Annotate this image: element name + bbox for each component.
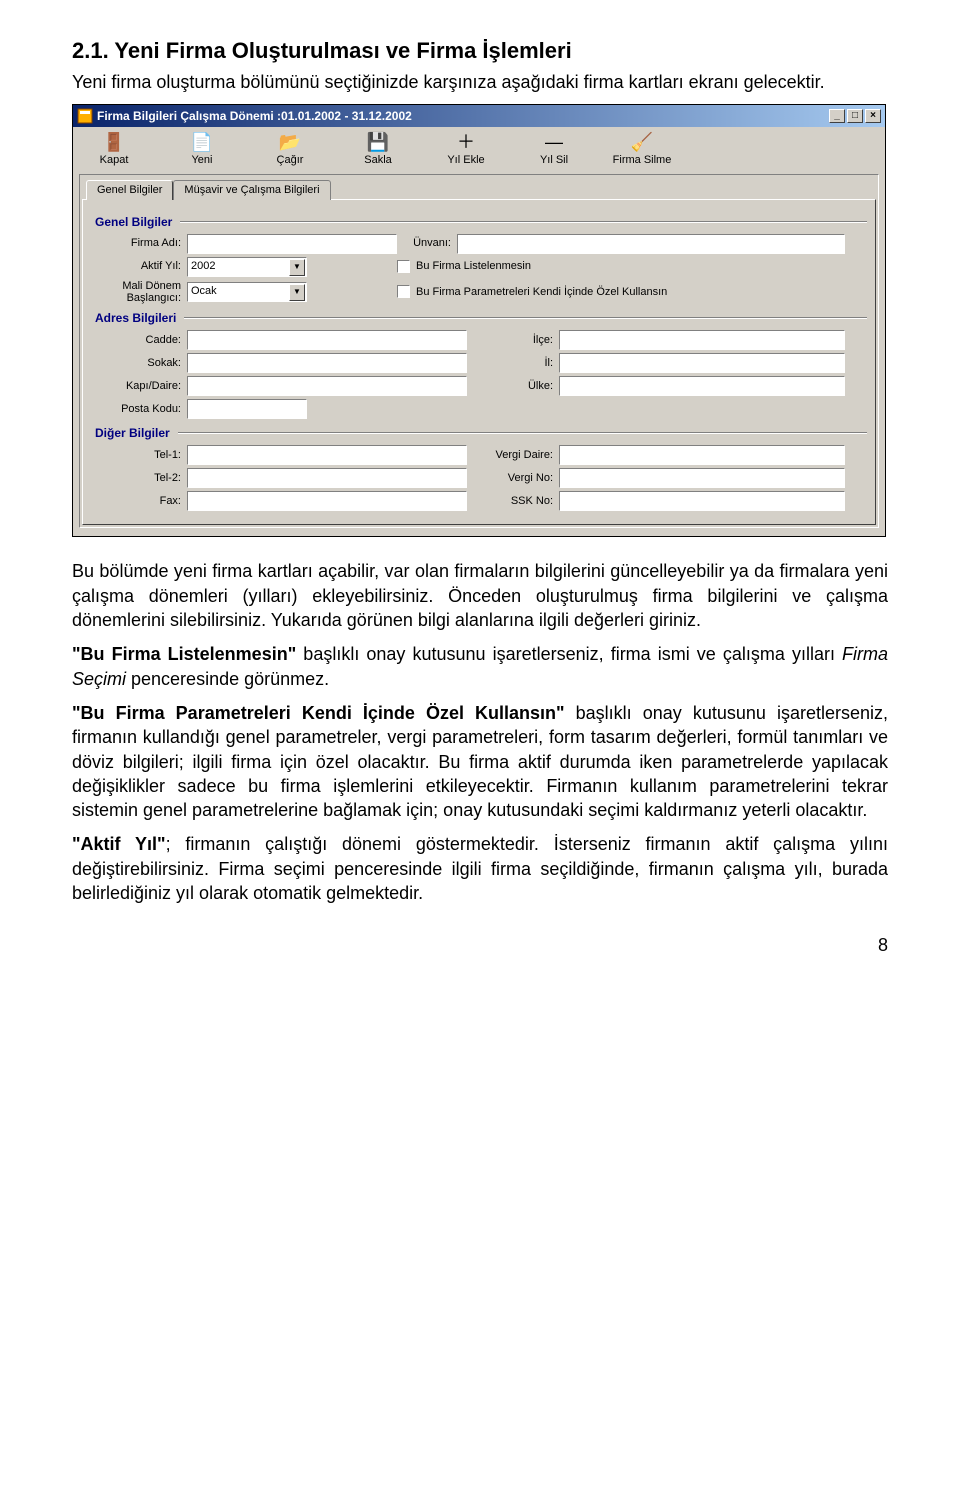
- page-number: 8: [72, 933, 888, 957]
- sokak-input[interactable]: [187, 353, 467, 373]
- body-para-3: "Bu Firma Parametreleri Kendi İçinde Öze…: [72, 701, 888, 822]
- group-diger: Diğer Bilgiler: [95, 425, 867, 441]
- vergino-input[interactable]: [559, 468, 845, 488]
- group-genel-label: Genel Bilgiler: [95, 214, 172, 230]
- il-input[interactable]: [559, 353, 845, 373]
- kapi-input[interactable]: [187, 376, 467, 396]
- firma-adi-input[interactable]: [187, 234, 397, 254]
- bold-ozel-kullansin: "Bu Firma Parametreleri Kendi İçinde Öze…: [72, 703, 565, 723]
- plus-icon: ＋: [457, 131, 475, 153]
- aktif-yil-value: 2002: [191, 260, 215, 272]
- sakla-button[interactable]: 💾 Sakla: [351, 131, 405, 168]
- mali-donem-value: Ocak: [191, 285, 217, 297]
- window-icon: [77, 108, 93, 124]
- chk-ozel[interactable]: [397, 285, 410, 298]
- p4-text: ; firmanın çalıştığı dönemi göstermekted…: [72, 834, 888, 903]
- yilsil-button[interactable]: — Yıl Sil: [527, 131, 581, 168]
- cadde-input[interactable]: [187, 330, 467, 350]
- tel2-label: Tel-2:: [91, 471, 187, 486]
- body-para-4: "Aktif Yıl"; firmanın çalıştığı dönemi g…: [72, 832, 888, 905]
- intro-paragraph: Yeni firma oluşturma bölümünü seçtiğiniz…: [72, 70, 888, 94]
- vergino-label: Vergi No:: [467, 471, 559, 486]
- bold-aktif-yil: "Aktif Yıl": [72, 834, 166, 854]
- section-heading: 2.1. Yeni Firma Oluşturulması ve Firma İ…: [72, 36, 888, 66]
- fax-input[interactable]: [187, 491, 467, 511]
- group-adres: Adres Bilgileri: [95, 310, 867, 326]
- sakla-label: Sakla: [364, 153, 392, 168]
- fax-label: Fax:: [91, 494, 187, 509]
- vergidaire-input[interactable]: [559, 445, 845, 465]
- tab-musavir[interactable]: Müşavir ve Çalışma Bilgileri: [173, 180, 330, 200]
- group-genel: Genel Bilgiler: [95, 214, 867, 230]
- tab-genel[interactable]: Genel Bilgiler: [86, 180, 173, 200]
- cagir-label: Çağır: [277, 153, 304, 168]
- aktif-yil-select[interactable]: 2002 ▼: [187, 257, 307, 277]
- toolbar: 🚪 Kapat 📄 Yeni 📂 Çağır 💾 Sakla ＋ Yıl Ekl…: [73, 127, 885, 170]
- kapat-label: Kapat: [100, 153, 129, 168]
- tel1-label: Tel-1:: [91, 448, 187, 463]
- erase-icon: 🧹: [631, 131, 653, 153]
- minimize-button[interactable]: _: [829, 109, 845, 123]
- tabs: Genel Bilgiler Müşavir ve Çalışma Bilgil…: [86, 179, 876, 199]
- titlebar: Firma Bilgileri Çalışma Dönemi :01.01.20…: [73, 105, 885, 127]
- cagir-button[interactable]: 📂 Çağır: [263, 131, 317, 168]
- group-adres-label: Adres Bilgileri: [95, 310, 176, 326]
- chevron-down-icon: ▼: [289, 259, 305, 276]
- body-para-1: Bu bölümde yeni firma kartları açabilir,…: [72, 559, 888, 632]
- tel2-input[interactable]: [187, 468, 467, 488]
- aktif-yil-label: Aktif Yıl:: [91, 259, 187, 274]
- open-icon: 📂: [279, 131, 301, 153]
- vergidaire-label: Vergi Daire:: [467, 448, 559, 463]
- yilekle-label: Yıl Ekle: [447, 153, 484, 168]
- chk-listelenmesin[interactable]: [397, 260, 410, 273]
- new-icon: 📄: [191, 131, 213, 153]
- chk-listelenmesin-label: Bu Firma Listelenmesin: [416, 259, 531, 274]
- chevron-down-icon: ▼: [289, 284, 305, 301]
- chk-ozel-label: Bu Firma Parametreleri Kendi İçinde Özel…: [416, 285, 667, 300]
- sokak-label: Sokak:: [91, 356, 187, 371]
- posta-input[interactable]: [187, 399, 307, 419]
- kapi-label: Kapı/Daire:: [91, 379, 187, 394]
- sskno-label: SSK No:: [467, 494, 559, 509]
- il-label: İl:: [467, 356, 559, 371]
- firmasilme-button[interactable]: 🧹 Firma Silme: [615, 131, 669, 168]
- bold-listelenmesin: "Bu Firma Listelenmesin": [72, 644, 296, 664]
- yilekle-button[interactable]: ＋ Yıl Ekle: [439, 131, 493, 168]
- close-button[interactable]: ×: [865, 109, 881, 123]
- minus-icon: —: [545, 131, 563, 153]
- cadde-label: Cadde:: [91, 333, 187, 348]
- firmasilme-label: Firma Silme: [613, 153, 672, 168]
- p2-text1: başlıklı onay kutusunu işaretlerseniz, f…: [296, 644, 842, 664]
- posta-label: Posta Kodu:: [91, 402, 187, 417]
- yeni-label: Yeni: [191, 153, 212, 168]
- yeni-button[interactable]: 📄 Yeni: [175, 131, 229, 168]
- mali-donem-label: Mali Dönem Başlangıcı:: [91, 280, 187, 304]
- save-icon: 💾: [367, 131, 389, 153]
- kapat-button[interactable]: 🚪 Kapat: [87, 131, 141, 168]
- ilce-input[interactable]: [559, 330, 845, 350]
- tab-body: Genel Bilgiler Firma Adı: Ünvanı: Aktif …: [82, 199, 876, 526]
- yilsil-label: Yıl Sil: [540, 153, 568, 168]
- door-icon: 🚪: [103, 131, 125, 153]
- mali-donem-select[interactable]: Ocak ▼: [187, 282, 307, 302]
- group-diger-label: Diğer Bilgiler: [95, 425, 170, 441]
- window-title: Firma Bilgileri Çalışma Dönemi :01.01.20…: [97, 108, 829, 124]
- firma-adi-label: Firma Adı:: [91, 236, 187, 251]
- ulke-input[interactable]: [559, 376, 845, 396]
- sskno-input[interactable]: [559, 491, 845, 511]
- maximize-button[interactable]: □: [847, 109, 863, 123]
- ulke-label: Ülke:: [467, 379, 559, 394]
- tel1-input[interactable]: [187, 445, 467, 465]
- ilce-label: İlçe:: [467, 333, 559, 348]
- body-para-2: "Bu Firma Listelenmesin" başlıklı onay k…: [72, 642, 888, 691]
- p2-text2: penceresinde görünmez.: [126, 669, 329, 689]
- unvani-input[interactable]: [457, 234, 845, 254]
- unvani-label: Ünvanı:: [397, 236, 457, 251]
- firma-window: Firma Bilgileri Çalışma Dönemi :01.01.20…: [72, 104, 886, 537]
- main-panel: Genel Bilgiler Müşavir ve Çalışma Bilgil…: [79, 174, 879, 529]
